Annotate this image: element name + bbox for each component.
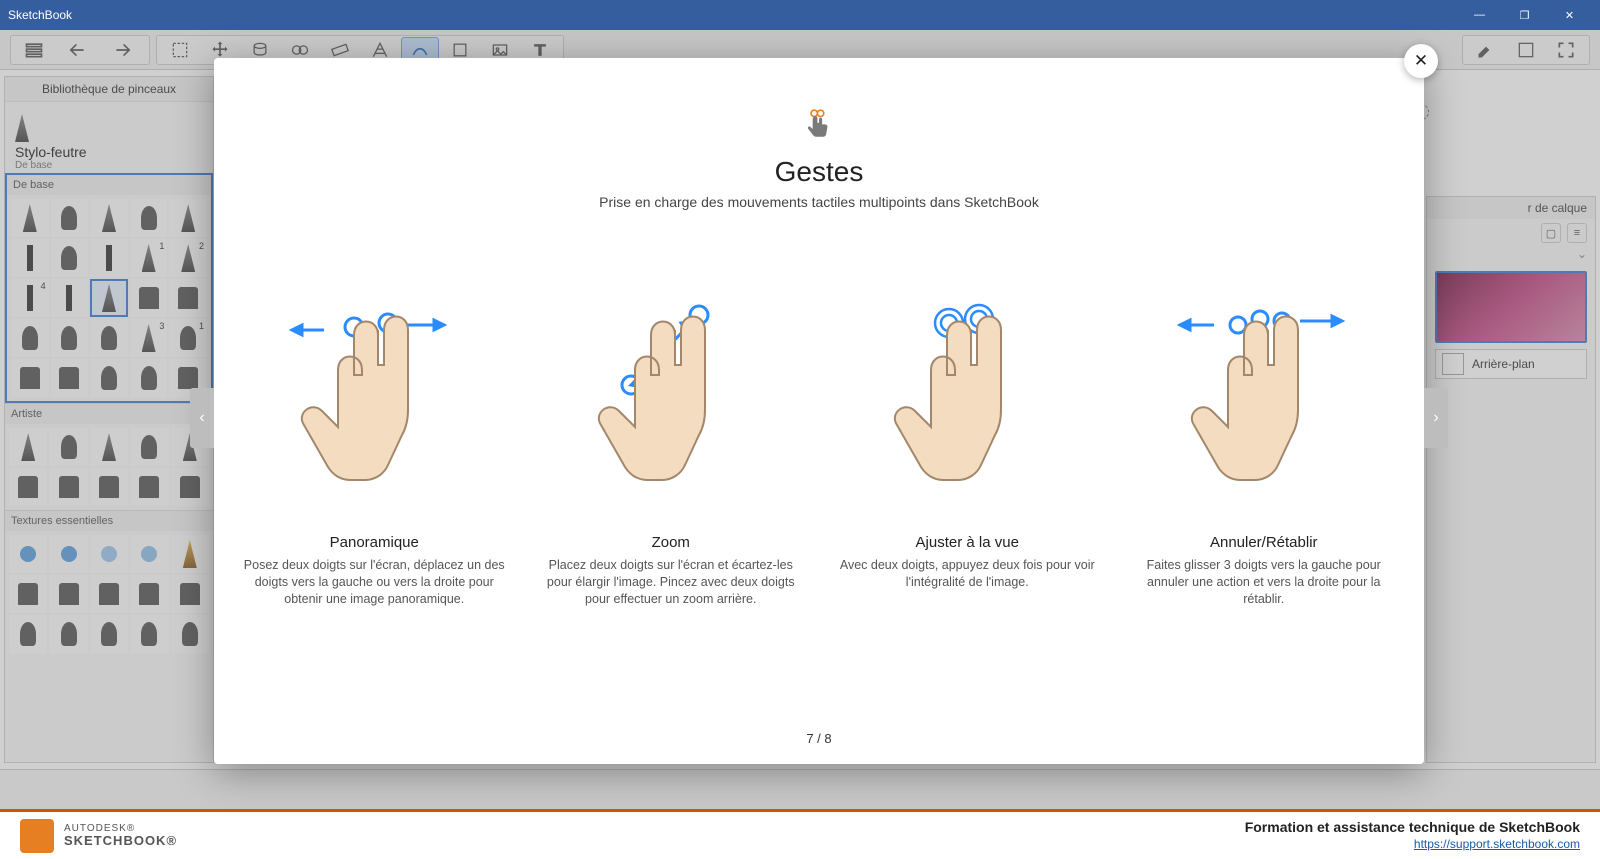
modal-title: Gestes	[214, 156, 1424, 188]
gesture-illustration	[833, 270, 1102, 520]
gesture-description: Placez deux doigts sur l'écran et écarte…	[537, 557, 806, 608]
modal-subtitle: Prise en charge des mouvements tactiles …	[214, 194, 1424, 210]
gesture-item: Ajuster à la vue Avec deux doigts, appuy…	[827, 270, 1108, 608]
footer-help-title: Formation et assistance technique de Ske…	[1245, 819, 1580, 835]
gesture-title: Panoramique	[240, 534, 509, 551]
gesture-description: Avec deux doigts, appuyez deux fois pour…	[833, 557, 1102, 591]
window-maximize-button[interactable]: ❐	[1502, 0, 1547, 30]
app-title: SketchBook	[8, 8, 1457, 22]
gesture-illustration	[537, 270, 806, 520]
modal-next-button[interactable]: ›	[1424, 388, 1448, 448]
footer-help-link[interactable]: https://support.sketchbook.com	[1414, 837, 1580, 851]
gesture-item: Annuler/Rétablir Faites glisser 3 doigts…	[1124, 270, 1405, 608]
modal-prev-button[interactable]: ‹	[190, 388, 214, 448]
gesture-description: Posez deux doigts sur l'écran, déplacez …	[240, 557, 509, 608]
gesture-title: Annuler/Rétablir	[1130, 534, 1399, 551]
gesture-description: Faites glisser 3 doigts vers la gauche p…	[1130, 557, 1399, 608]
modal-pager: 7 / 8	[214, 731, 1424, 746]
titlebar: SketchBook — ❐ ✕	[0, 0, 1600, 30]
gesture-illustration	[240, 270, 509, 520]
touch-icon	[799, 106, 839, 146]
modal-close-button[interactable]: ✕	[1404, 44, 1438, 78]
window-minimize-button[interactable]: —	[1457, 0, 1502, 30]
window-close-button[interactable]: ✕	[1547, 0, 1592, 30]
gesture-title: Zoom	[537, 534, 806, 551]
gesture-item: Panoramique Posez deux doigts sur l'écra…	[234, 270, 515, 608]
sketchbook-logo-icon	[20, 819, 54, 853]
gesture-item: Zoom Placez deux doigts sur l'écran et é…	[531, 270, 812, 608]
gesture-title: Ajuster à la vue	[833, 534, 1102, 551]
gesture-illustration	[1130, 270, 1399, 520]
gestures-modal: ‹ › ✕ Gestes Prise en charge des mouveme…	[214, 58, 1424, 764]
footer: AUTODESK® SKETCHBOOK® Formation et assis…	[0, 809, 1600, 859]
brand-line2: SKETCHBOOK®	[64, 834, 177, 847]
